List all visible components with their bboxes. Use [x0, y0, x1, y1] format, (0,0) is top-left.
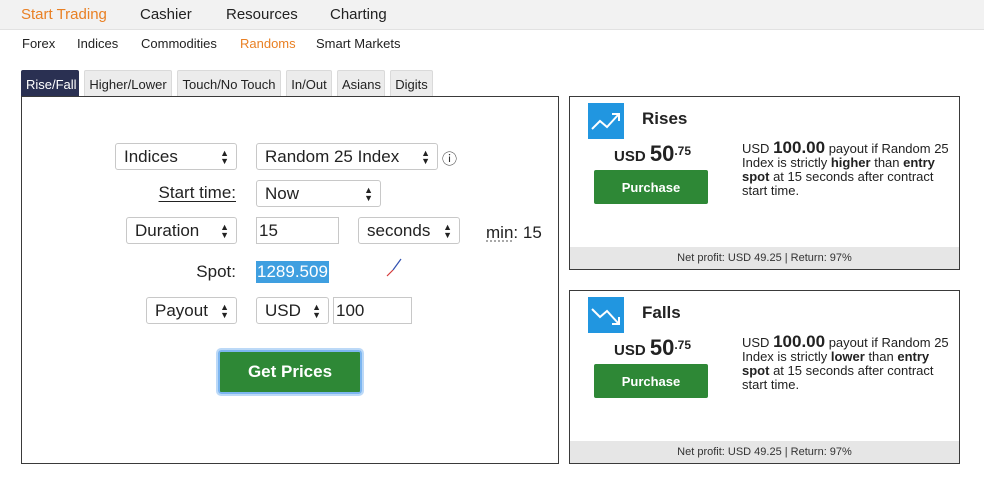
- select-arrows-icon: ▲ ▼: [443, 222, 452, 240]
- subnav-randoms[interactable]: Randoms: [240, 36, 296, 51]
- duration-unit-value: seconds: [367, 221, 431, 240]
- rises-price-dec: .75: [674, 144, 692, 158]
- select-arrows-icon: ▲ ▼: [220, 148, 229, 166]
- subnav-indices[interactable]: Indices: [77, 36, 118, 51]
- rise-chart-icon: [588, 103, 624, 139]
- info-icon[interactable]: ⓘ: [442, 148, 457, 169]
- spot-value: 1289.509: [256, 261, 329, 283]
- falls-price-int: 50: [649, 335, 675, 360]
- start-time-select[interactable]: Now ▲ ▼: [256, 180, 381, 207]
- falls-title: Falls: [642, 303, 681, 322]
- select-arrows-icon: ▲ ▼: [220, 302, 229, 320]
- rises-desc-currency: USD: [742, 141, 770, 156]
- rises-footer: Net profit: USD 49.25 | Return: 97%: [570, 247, 959, 269]
- falls-desc-text: than: [864, 349, 898, 364]
- rises-description: USD 100.00 payout if Random 25 Index is …: [742, 139, 954, 198]
- underlying-select-value: Random 25 Index: [265, 147, 400, 166]
- currency-select[interactable]: USD ▲ ▼: [256, 297, 329, 324]
- rises-desc-text: than: [870, 155, 904, 170]
- falls-desc-text: at 15 seconds after contract start time.: [742, 363, 934, 392]
- nav-resources[interactable]: Resources: [226, 6, 298, 23]
- rises-price-currency: USD: [614, 148, 646, 165]
- payout-type-select[interactable]: Payout ▲ ▼: [146, 297, 237, 324]
- nav-start-trading[interactable]: Start Trading: [21, 6, 107, 23]
- falls-price: USD 50.75: [614, 335, 691, 361]
- tab-asians[interactable]: Asians: [337, 70, 385, 97]
- payout-type-value: Payout: [155, 301, 208, 320]
- currency-value: USD: [265, 301, 301, 320]
- falls-desc-currency: USD: [742, 335, 770, 350]
- amount-input-value: 100: [336, 301, 365, 320]
- rises-desc-text: at 15 seconds after contract start time.: [742, 169, 934, 198]
- select-arrows-icon: ▲ ▼: [220, 222, 229, 240]
- duration-input[interactable]: 15: [256, 217, 339, 244]
- min-duration-text: min: 15: [486, 223, 542, 243]
- tab-in-out[interactable]: In/Out: [286, 70, 332, 97]
- falls-price-dec: .75: [674, 338, 692, 352]
- subnav-forex[interactable]: Forex: [22, 36, 55, 51]
- falls-price-currency: USD: [614, 342, 646, 359]
- duration-unit-select[interactable]: seconds ▲ ▼: [358, 217, 460, 244]
- rises-desc-direction: higher: [830, 155, 871, 170]
- falls-description: USD 100.00 payout if Random 25 Index is …: [742, 333, 954, 392]
- tab-higher-lower[interactable]: Higher/Lower: [84, 70, 172, 97]
- nav-charting[interactable]: Charting: [330, 6, 387, 23]
- start-time-select-value: Now: [265, 184, 300, 203]
- select-arrows-icon: ▲ ▼: [364, 185, 373, 203]
- fall-chart-icon: [588, 297, 624, 333]
- min-label: min: [486, 223, 514, 242]
- start-time-label: Start time:: [158, 183, 236, 202]
- falls-desc-direction: lower: [830, 349, 865, 364]
- falls-purchase-button[interactable]: Purchase: [594, 364, 708, 398]
- subnav-commodities[interactable]: Commodities: [141, 36, 217, 51]
- falls-footer: Net profit: USD 49.25 | Return: 97%: [570, 441, 959, 463]
- tab-digits[interactable]: Digits: [390, 70, 433, 97]
- min-sep: :: [513, 223, 519, 242]
- min-value: 15: [522, 223, 542, 242]
- spot-trend-icon: [386, 258, 402, 277]
- rises-purchase-button[interactable]: Purchase: [594, 170, 708, 204]
- select-arrows-icon: ▲ ▼: [421, 148, 430, 166]
- underlying-select[interactable]: Random 25 Index ▲ ▼: [256, 143, 438, 170]
- tab-touch-no-touch[interactable]: Touch/No Touch: [177, 70, 281, 97]
- duration-type-select[interactable]: Duration ▲ ▼: [126, 217, 237, 244]
- market-select[interactable]: Indices ▲ ▼: [115, 143, 237, 170]
- get-prices-button[interactable]: Get Prices: [216, 348, 364, 396]
- nav-cashier[interactable]: Cashier: [140, 6, 192, 23]
- select-arrows-icon: ▲ ▼: [312, 302, 321, 320]
- amount-input[interactable]: 100: [333, 297, 412, 324]
- tab-rise-fall[interactable]: Rise/Fall: [21, 70, 79, 97]
- falls-card: Falls USD 50.75 Purchase USD 100.00 payo…: [569, 290, 960, 464]
- duration-type-value: Duration: [135, 221, 200, 240]
- subnav-smart-markets[interactable]: Smart Markets: [316, 36, 401, 51]
- spot-label: Spot:: [196, 262, 236, 281]
- rises-price-int: 50: [649, 141, 675, 166]
- rises-price: USD 50.75: [614, 141, 691, 167]
- rises-title: Rises: [642, 109, 688, 128]
- top-nav: Start Trading Cashier Resources Charting: [0, 0, 984, 30]
- rises-card: Rises USD 50.75 Purchase USD 100.00 payo…: [569, 96, 960, 270]
- market-select-value: Indices: [124, 147, 178, 166]
- duration-input-value: 15: [259, 221, 278, 240]
